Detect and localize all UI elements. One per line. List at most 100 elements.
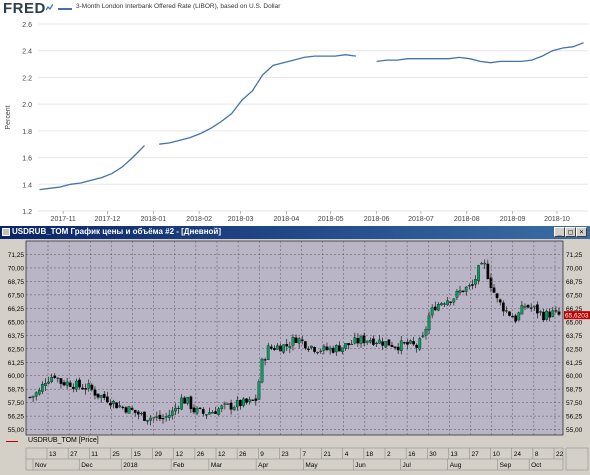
candle-body xyxy=(220,405,224,409)
chart-window-icon xyxy=(2,228,10,236)
fred-legend-label: 3-Month London Interbank Offered Rate (L… xyxy=(76,3,281,10)
candle-body xyxy=(477,265,480,281)
candle-body xyxy=(415,344,419,348)
y-tick-label-right: 60,00 xyxy=(566,373,583,380)
x-day-label: 9 xyxy=(260,451,264,458)
candle-body xyxy=(211,412,214,414)
close-button[interactable]: × xyxy=(576,227,587,237)
candle-body xyxy=(344,343,347,349)
candle-body xyxy=(539,311,542,313)
x-month-label: Dec xyxy=(81,462,93,469)
candle-body xyxy=(526,304,530,308)
candle-body xyxy=(498,299,502,303)
candle-body xyxy=(223,403,227,405)
minimize-button[interactable]: _ xyxy=(554,227,565,237)
candle-body xyxy=(443,303,446,305)
candle-body xyxy=(542,311,545,321)
y-tick-label-right: 58,75 xyxy=(566,387,583,394)
plot-area xyxy=(25,240,564,436)
candle-body xyxy=(37,390,41,395)
candle-body xyxy=(334,345,338,353)
candle-body xyxy=(282,344,286,353)
candle-body xyxy=(480,263,484,265)
last-price-label: 65,6203 xyxy=(565,313,589,320)
candle-body xyxy=(291,336,295,346)
x-day-label: 15 xyxy=(134,451,142,458)
candle-body xyxy=(356,338,360,344)
candle-body xyxy=(50,377,54,382)
candle-body xyxy=(409,340,412,344)
candle-body xyxy=(62,382,66,386)
candle-body xyxy=(483,262,487,265)
candle-body xyxy=(341,347,344,353)
candle-body xyxy=(372,338,375,345)
candle-body xyxy=(449,301,453,303)
x-month-label: Nov xyxy=(35,462,47,469)
candle-body xyxy=(266,345,270,360)
candle-body xyxy=(140,412,143,415)
candle-body xyxy=(180,397,183,410)
y-tick-label-right: 63,75 xyxy=(566,333,583,340)
x-tick-label: 2018-09 xyxy=(500,216,526,223)
x-month-label: Mar xyxy=(211,462,223,469)
candle-body xyxy=(294,337,298,343)
y-tick-label: 2.4 xyxy=(22,49,32,56)
candle-body xyxy=(347,343,350,346)
candle-body xyxy=(412,341,415,345)
series-legend: USDRUB_TOM [Price] xyxy=(2,437,112,447)
x-day-label: 26 xyxy=(197,451,205,458)
x-day-label: 27 xyxy=(472,451,480,458)
y-tick-label: 2.6 xyxy=(22,22,32,29)
candle-body xyxy=(467,285,471,287)
candle-body xyxy=(158,414,162,420)
candle-body xyxy=(418,338,422,350)
candle-body xyxy=(300,339,304,341)
candle-body xyxy=(511,316,514,318)
candle-body xyxy=(316,352,320,354)
candle-body xyxy=(161,418,165,420)
y-tick-label: 1.2 xyxy=(22,209,32,216)
y-tick-label-left: 70,00 xyxy=(8,265,25,272)
candle-body xyxy=(421,335,425,338)
y-tick-label-right: 56,25 xyxy=(566,414,583,421)
y-tick-label-left: 68,75 xyxy=(8,279,25,286)
candle-body xyxy=(446,300,449,306)
candle-body xyxy=(393,346,397,348)
candle-body xyxy=(87,383,91,389)
y-tick-label: 1.6 xyxy=(22,156,32,163)
maximize-button[interactable]: □ xyxy=(565,227,576,237)
candle-body xyxy=(501,302,505,312)
candle-body xyxy=(47,381,50,384)
candle-body xyxy=(170,410,174,416)
candle-body xyxy=(375,342,378,344)
y-axis-label: Percent xyxy=(5,105,12,129)
candle-body xyxy=(263,359,267,361)
candle-body xyxy=(121,406,125,408)
candle-body xyxy=(130,407,134,410)
candle-body xyxy=(551,310,555,317)
fred-logo-chart-icon xyxy=(46,4,53,11)
candle-body xyxy=(532,305,536,308)
x-day-label: 21 xyxy=(324,451,332,458)
fred-logo: FRED xyxy=(3,0,46,17)
candle-body xyxy=(430,307,434,316)
candle-body xyxy=(523,306,527,308)
fred-chart: 1.2 1.4 1.6 1.8 2.0 2.2 2.4 2.6 2017-11 2017-12 20… xyxy=(5,22,588,223)
candle-body xyxy=(365,340,369,343)
candle-body xyxy=(307,348,310,350)
candle-body xyxy=(437,304,440,311)
y-tick-label-left: 62,50 xyxy=(8,346,25,353)
x-month-label: Jul xyxy=(403,462,412,469)
candle-body xyxy=(378,339,381,344)
candle-body xyxy=(273,348,276,350)
legend-label: USDRUB_TOM [Price] xyxy=(28,437,99,444)
candle-body xyxy=(204,414,208,416)
x-tick-label: 2018-03 xyxy=(228,216,254,223)
x-tick-label: 2017-12 xyxy=(95,216,121,223)
x-tick-label: 2018-08 xyxy=(454,216,480,223)
x-month-label: Sep xyxy=(500,462,512,469)
candle-body xyxy=(486,263,490,280)
window-titlebar[interactable]: USDRUB_TOM График цены и объёма #2 - [Дн… xyxy=(0,226,590,239)
fred-header: FRED 3-Month London Interbank Offered Ra… xyxy=(0,0,590,20)
candle-body xyxy=(331,347,335,353)
